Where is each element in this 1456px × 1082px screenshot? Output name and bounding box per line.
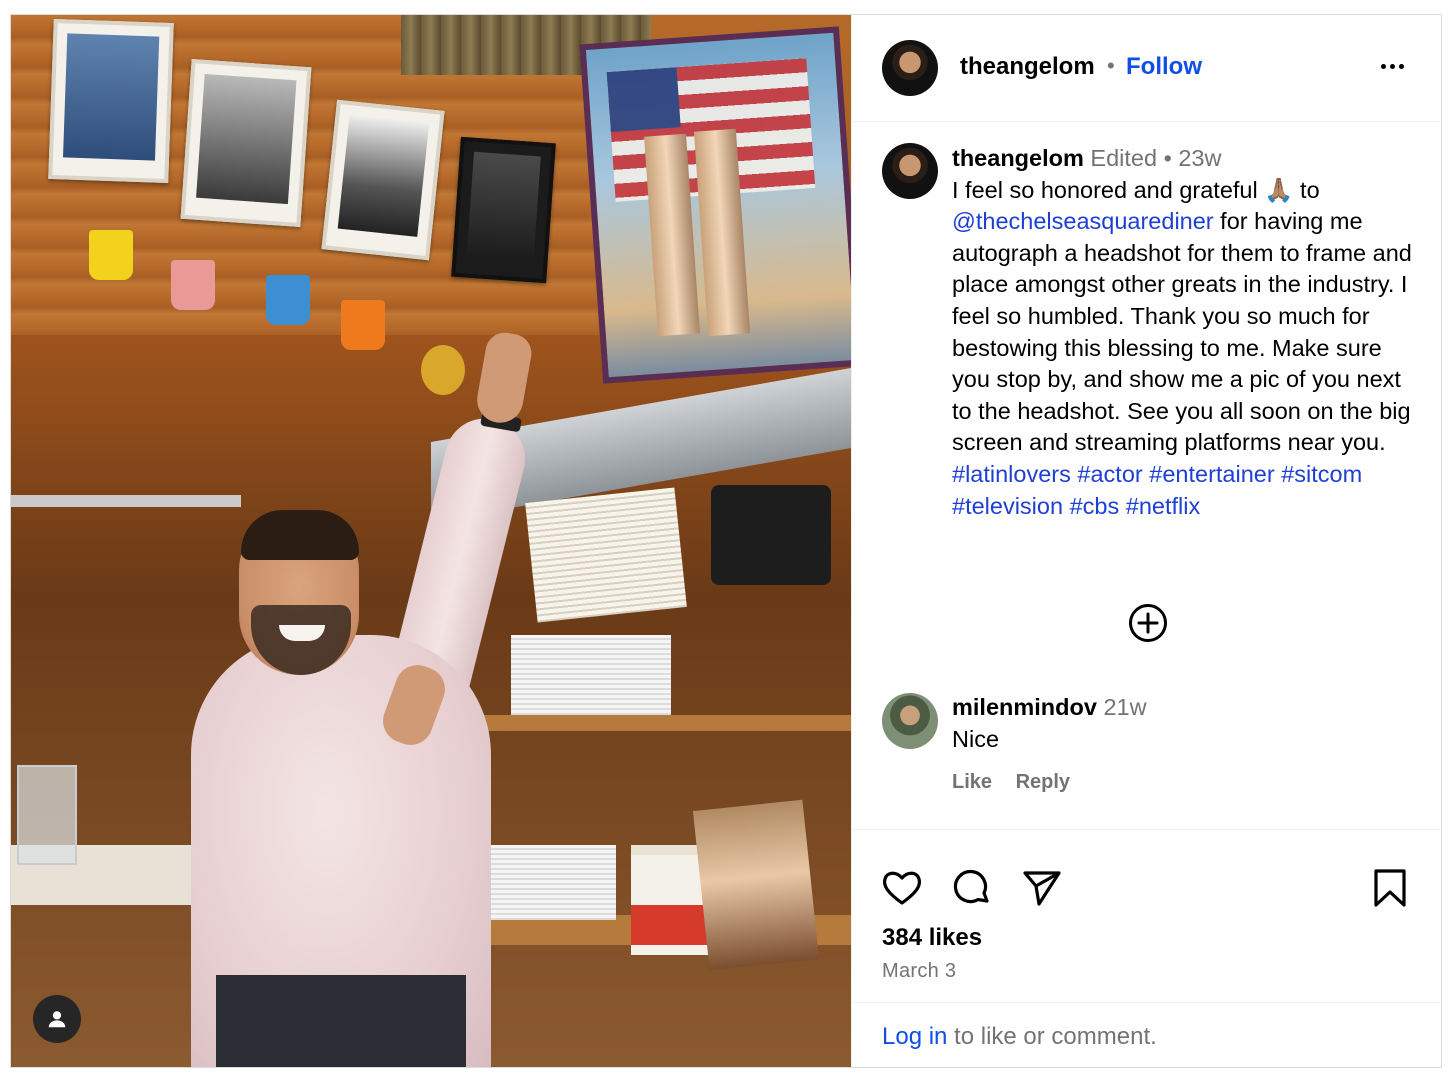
photo-mug [171, 260, 215, 310]
author-username[interactable]: theangelom [960, 53, 1095, 81]
photo-framed-headshot [321, 99, 445, 261]
post-actions-bar: 384 likes March 3 Log in to like or comm… [852, 829, 1442, 1067]
photo-framed-headshot [48, 18, 174, 184]
add-circle-icon[interactable] [1128, 603, 1168, 643]
hashtag-link[interactable]: #latinlovers [952, 461, 1071, 487]
more-options-icon-dot [1398, 63, 1404, 69]
hashtag-link[interactable]: #sitcom [1281, 461, 1362, 487]
caption-username[interactable]: theangelom [952, 145, 1084, 171]
photo-person-hair [241, 510, 359, 560]
hashtag-link[interactable]: #netflix [1126, 493, 1200, 519]
photo-paper-stack [511, 635, 671, 715]
caption-author-avatar[interactable] [882, 143, 938, 199]
photo-poster [692, 799, 820, 971]
hashtag-link[interactable]: #entertainer [1149, 461, 1274, 487]
follow-button[interactable]: Follow [1126, 53, 1202, 81]
user-tag-icon [48, 1011, 66, 1028]
photo-mug [341, 300, 385, 350]
post-header: theangelom • Follow [852, 15, 1442, 122]
comment-text: Nice [952, 726, 1000, 752]
photo-framed-headshot [180, 59, 312, 227]
user-tag-button[interactable] [33, 995, 81, 1043]
login-prompt-text: to like or comment. [947, 1023, 1157, 1050]
more-options-icon [1380, 63, 1386, 69]
comment-like-button[interactable]: Like [952, 771, 992, 793]
photo-shelf [11, 495, 241, 507]
login-prompt: Log in to like or comment. [852, 1002, 1442, 1068]
photo-person-hand [473, 329, 535, 427]
login-link[interactable]: Log in [882, 1023, 947, 1050]
comment-actions: Like Reply [952, 771, 1088, 794]
post-container: theangelom • Follow theangelom Edited • … [10, 14, 1442, 1068]
post-caption: theangelom Edited • 23w I feel so honore… [952, 143, 1422, 522]
photo-phone [711, 485, 831, 585]
separator-dot: • [1107, 53, 1115, 78]
commenter-avatar[interactable] [882, 693, 938, 749]
likes-count[interactable]: 384 likes [882, 924, 982, 952]
more-options-button[interactable] [1372, 51, 1412, 81]
comment-age[interactable]: 21w [1103, 694, 1146, 720]
post-photo[interactable] [11, 15, 851, 1067]
photo-menu [525, 487, 687, 623]
photo-glass [17, 765, 77, 865]
caption-mention-link[interactable]: @thechelseasquarediner [952, 208, 1214, 234]
paper-plane-icon[interactable] [1020, 866, 1064, 910]
comment-bubble-icon[interactable] [950, 866, 994, 910]
photo-mug [421, 345, 465, 395]
photo-mug [266, 275, 310, 325]
hashtag-link[interactable]: #cbs [1070, 493, 1120, 519]
photo-person-jeans [216, 975, 466, 1067]
caption-text: I feel so honored and grateful 🙏🏽 to [952, 176, 1320, 203]
author-avatar[interactable] [882, 40, 938, 96]
comment-username[interactable]: milenmindov [952, 694, 1097, 720]
caption-age[interactable]: 23w [1178, 145, 1221, 171]
photo-mug [89, 230, 133, 280]
post-date[interactable]: March 3 [882, 960, 956, 983]
hashtag-link[interactable]: #television [952, 493, 1063, 519]
comment-item: milenmindov 21w Nice [952, 691, 1422, 755]
heart-icon[interactable] [880, 866, 924, 910]
hashtag-link[interactable]: #actor [1077, 461, 1142, 487]
post-side-panel: theangelom • Follow theangelom Edited • … [851, 15, 1442, 1067]
caption-dot: • [1163, 145, 1172, 171]
photo-framed-headshot [451, 136, 556, 284]
caption-text: for having me autograph a headshot for t… [952, 208, 1412, 456]
bookmark-icon[interactable] [1368, 866, 1412, 910]
comment-reply-button[interactable]: Reply [1016, 771, 1070, 793]
more-options-icon-dot [1389, 63, 1395, 69]
photo-shelf [451, 715, 851, 731]
caption-edited-label: Edited [1090, 145, 1158, 171]
